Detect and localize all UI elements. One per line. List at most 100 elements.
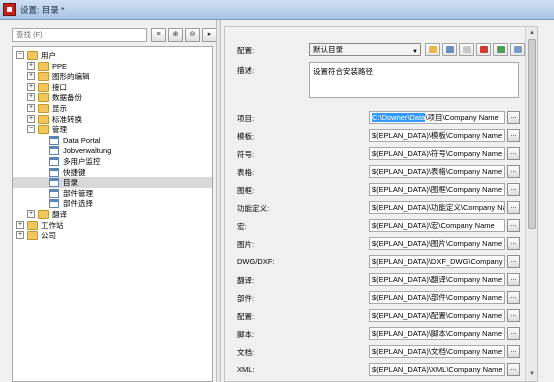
config-dropdown[interactable]: 默认目录 ▼ <box>309 43 421 56</box>
collapse-all-button[interactable]: ⊖ <box>185 28 200 42</box>
browse-button[interactable]: ... <box>507 237 520 250</box>
expand-all-button[interactable]: ⊕ <box>168 28 183 42</box>
browse-button[interactable]: ... <box>507 201 520 214</box>
path-input[interactable]: $(EPLAN_DATA)\脚本\Company Name <box>369 327 505 340</box>
browse-button[interactable]: ... <box>507 363 520 376</box>
expand-icon[interactable]: + <box>16 220 24 229</box>
path-input[interactable]: $(EPLAN_DATA)\符号\Company Name <box>369 147 505 160</box>
scrollbar-thumb[interactable] <box>528 39 536 229</box>
path-input[interactable]: $(EPLAN_DATA)\翻译\Company Name <box>369 273 505 286</box>
tree-node[interactable]: − 管理 <box>13 124 212 135</box>
copy-icon <box>463 46 471 53</box>
copy-config-button[interactable] <box>459 43 474 56</box>
expand-icon[interactable]: + <box>27 114 35 123</box>
tree-node[interactable]: 部件管理 <box>13 188 212 199</box>
expand-icon[interactable]: + <box>27 61 35 70</box>
expand-icon[interactable]: + <box>27 82 35 91</box>
pane-splitter[interactable] <box>216 20 221 382</box>
expand-icon[interactable]: + <box>16 231 24 240</box>
path-input[interactable]: $(EPLAN_DATA)\表格\Company Name <box>369 165 505 178</box>
path-input[interactable]: $(EPLAN_DATA)\DXF_DWG\Company Na <box>369 255 505 268</box>
tree-node[interactable]: + PPE <box>13 61 212 72</box>
tree-node[interactable]: 目录 <box>13 177 212 189</box>
tree-node[interactable]: + 数据备份 <box>13 92 212 103</box>
path-label: 文档: <box>237 348 255 357</box>
page-icon <box>49 146 59 156</box>
path-input[interactable]: $(EPLAN_DATA)\功能定义\Company Nam <box>369 201 505 214</box>
path-label: 翻译: <box>237 276 255 285</box>
browse-button[interactable]: ... <box>507 183 520 196</box>
path-input[interactable]: $(EPLAN_DATA)\图片\Company Name <box>369 237 505 250</box>
tree-node[interactable]: + 翻译 <box>13 209 212 220</box>
vertical-scrollbar[interactable]: ▲ ▼ <box>525 27 537 381</box>
export-config-button[interactable] <box>510 43 525 56</box>
tree-node-label: 标准转换 <box>52 114 82 124</box>
path-input[interactable]: $(EPLAN_DATA)\部件\Company Name <box>369 291 505 304</box>
expand-icon[interactable]: + <box>27 72 35 81</box>
tree-node[interactable]: + 接口 <box>13 82 212 93</box>
tree-node-label: 接口 <box>52 82 67 92</box>
tree-node[interactable]: + 图形的编辑 <box>13 71 212 82</box>
expand-icon[interactable]: + <box>27 93 35 102</box>
folder-icon <box>27 220 38 230</box>
description-label: 描述: <box>237 66 255 75</box>
browse-button[interactable]: ... <box>507 255 520 268</box>
path-input[interactable]: $(EPLAN_DATA)\图框\Company Name <box>369 183 505 196</box>
tree-node[interactable]: + 工作站 <box>13 220 212 231</box>
path-input[interactable]: $(EPLAN_DATA)\XML\Company Name <box>369 363 505 376</box>
path-label: 项目: <box>237 114 255 123</box>
tree-node[interactable]: 多用户监控 <box>13 156 212 167</box>
path-input[interactable]: $(EPLAN_DATA)\配置\Company Name <box>369 309 505 322</box>
tree-node[interactable]: 快捷键 <box>13 167 212 178</box>
scroll-down-icon[interactable]: ▼ <box>527 369 537 379</box>
path-input[interactable]: $(EPLAN_DATA)\宏\Company Name <box>369 219 505 232</box>
scroll-up-icon[interactable]: ▲ <box>527 28 537 38</box>
folder-icon <box>27 51 38 60</box>
browse-button[interactable]: ... <box>507 165 520 178</box>
import-config-button[interactable] <box>493 43 508 56</box>
browse-button[interactable]: ... <box>507 273 520 286</box>
tree-node-label: 显示 <box>52 104 67 113</box>
path-label: 图片: <box>237 240 255 249</box>
list-view-button[interactable]: ≡ <box>151 28 166 42</box>
tree-node[interactable]: + 标准转换 <box>13 114 212 125</box>
delete-config-button[interactable] <box>476 43 491 56</box>
tree-node[interactable]: 部件选择 <box>13 198 212 209</box>
tree-node-label: 部件选择 <box>63 199 93 209</box>
browse-button[interactable]: ... <box>507 327 520 340</box>
tree-node[interactable]: Jobverwaltung <box>13 145 212 156</box>
browse-button[interactable]: ... <box>507 291 520 304</box>
browse-button[interactable]: ... <box>507 309 520 322</box>
page-icon <box>49 178 59 188</box>
browse-button[interactable]: ... <box>507 345 520 358</box>
collapse-icon[interactable]: − <box>27 125 35 134</box>
browse-button[interactable]: ... <box>507 111 520 124</box>
expand-icon[interactable]: + <box>27 104 35 112</box>
new-icon <box>429 46 437 53</box>
path-label: 脚本: <box>237 330 255 339</box>
path-label: XML: <box>237 365 255 374</box>
collapse-icon[interactable]: − <box>16 51 24 59</box>
new-config-button[interactable] <box>425 43 440 56</box>
expand-icon[interactable]: + <box>27 210 35 218</box>
path-input[interactable]: $(EPLAN_DATA)\模板\Company Name <box>369 129 505 142</box>
path-input[interactable]: $(EPLAN_DATA)\文档\Company Name <box>369 345 505 358</box>
search-input[interactable]: 查找 (F) <box>12 28 147 42</box>
path-label: 表格: <box>237 168 255 177</box>
browse-button[interactable]: ... <box>507 147 520 160</box>
folder-icon <box>38 210 49 219</box>
navigate-button[interactable]: ▸ <box>202 28 217 42</box>
tree-node-label: 多用户监控 <box>63 157 101 166</box>
description-field[interactable]: 设置符合安装路径 <box>309 62 519 98</box>
path-label: 部件: <box>237 294 255 303</box>
tree-node[interactable]: Data Portal <box>13 135 212 146</box>
browse-button[interactable]: ... <box>507 219 520 232</box>
delete-icon <box>480 46 488 53</box>
save-config-button[interactable] <box>442 43 457 56</box>
folder-icon <box>38 82 49 92</box>
path-input[interactable]: C:\Downer\Data\项目\Company Name <box>369 111 505 124</box>
tree-node[interactable]: − 用户 <box>13 50 212 61</box>
browse-button[interactable]: ... <box>507 129 520 142</box>
tree-node[interactable]: + 公司 <box>13 230 212 241</box>
tree-node[interactable]: + 显示 <box>13 103 212 114</box>
